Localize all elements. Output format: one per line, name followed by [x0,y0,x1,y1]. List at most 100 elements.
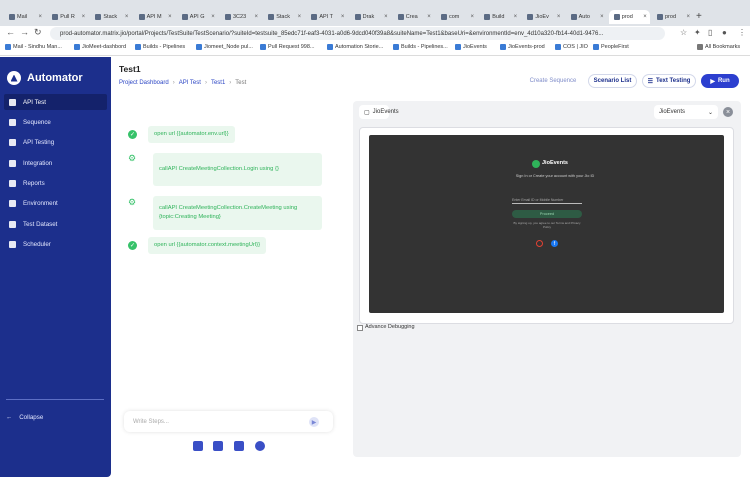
tab-close-icon[interactable]: × [686,14,690,20]
browser-tab[interactable]: Crea × [393,10,434,24]
send-icon[interactable]: ▶ [309,417,319,427]
breadcrumb-test1[interactable]: Test1 [211,80,225,86]
preview-tab[interactable]: ▢ JioEvents [359,105,399,119]
step-item[interactable]: open url {{automator.context.meetingUrl}… [148,237,267,254]
sidebar-item-api-test[interactable]: API Test [4,94,107,110]
browser-tab[interactable]: API M × [134,10,175,24]
tab-close-icon[interactable]: × [168,14,172,20]
environment-select[interactable]: JioEvents ⌄ [654,105,718,119]
tab-close-icon[interactable]: × [38,14,42,20]
tab-close-icon[interactable]: × [557,14,561,20]
sidebar-item-scheduler[interactable]: Scheduler [4,236,107,252]
forward-icon[interactable]: → [20,27,29,37]
browser-tab[interactable]: Auto × [566,10,607,24]
browser-tab[interactable]: Stack × [90,10,131,24]
tab-close-icon[interactable]: × [298,14,302,20]
browser-tab[interactable]: Stack × [263,10,304,24]
tab-close-icon[interactable]: × [600,14,604,20]
video-icon [9,98,16,106]
create-sequence-button[interactable]: Create Sequence [522,74,584,88]
bookmark-favicon-icon [74,44,80,50]
run-button[interactable]: ▶ Run [701,74,739,88]
step-item[interactable]: open url {{automator.env.url}} [148,126,235,143]
bookmark-item[interactable]: JioEvents [455,44,487,50]
step-item[interactable]: callAPI CreateMeetingCollection.CreateMe… [153,196,322,230]
step-gear-icon: ⚙ [128,197,137,207]
browser-tab[interactable]: Mail × [4,10,45,24]
cloud-icon[interactable] [255,441,265,451]
bookmark-item[interactable]: Jiomeet_Node pul... [196,44,253,50]
tab-close-icon[interactable]: × [341,14,345,20]
reload-icon[interactable]: ↻ [34,27,42,38]
sidebar-item-test-dataset[interactable]: Test Dataset [4,216,107,232]
tab-favicon-icon [311,14,318,20]
tab-close-icon[interactable]: × [470,14,474,20]
sidebar-divider [6,399,104,400]
browser-tab[interactable]: JioEv × [522,10,563,24]
arrow-left-icon: ← [6,414,13,421]
facebook-icon[interactable]: f [551,240,558,247]
google-icon[interactable] [536,240,543,247]
star-icon[interactable]: ☆ [680,28,687,37]
close-icon[interactable]: × [723,107,733,117]
sidebar-item-api-testing[interactable]: API Testing [4,134,107,150]
extensions-icon[interactable]: ✦ [694,28,701,37]
browser-tab[interactable]: prod × [652,10,693,24]
sidebar-item-label: Scheduler [23,240,51,248]
collapse-button[interactable]: ← Collapse [6,414,43,421]
back-icon[interactable]: ← [6,27,15,37]
mail-icon[interactable] [193,441,203,451]
tab-label: Stack [103,14,118,20]
breadcrumb-api-test[interactable]: API Test [179,80,201,86]
bookmark-item[interactable]: Pull Request 998... [260,44,314,50]
tab-close-icon[interactable]: × [514,14,518,20]
profile-icon[interactable]: ● [722,28,727,37]
bookmark-item[interactable]: Builds - Pipelines [135,44,185,50]
bookmark-item[interactable]: JioEvents-prod [500,44,545,50]
bookmark-item[interactable]: COS | JIO [555,44,588,50]
browser-tab[interactable]: Build × [479,10,520,24]
sidebar-item-integration[interactable]: Integration [4,155,107,171]
bookmark-item[interactable]: Mail - Sindhu Man... [5,44,62,50]
text-testing-button[interactable]: ☰ Text Testing [642,74,696,88]
sidebar-item-environment[interactable]: Environment [4,195,107,211]
url-bar[interactable]: prod-automator.matrix.jio/portal/Project… [50,27,665,40]
sidebar-item-reports[interactable]: Reports [4,175,107,191]
tab-close-icon[interactable]: × [211,14,215,20]
browser-tab[interactable]: prod × [608,10,650,24]
menu-icon[interactable]: ⋮ [738,28,746,37]
advance-debugging-checkbox[interactable] [357,325,363,331]
write-steps-input[interactable]: Write Steps... [124,411,333,432]
tab-label: API T [319,14,334,20]
tab-close-icon[interactable]: × [643,14,647,20]
bookmark-item[interactable]: JioMeet-dashbord [74,44,126,50]
document-icon[interactable] [234,441,244,451]
tab-favicon-icon [225,14,231,20]
tab-close-icon[interactable]: × [384,14,388,20]
sidepanel-icon[interactable]: ▯ [708,28,712,37]
new-tab-button[interactable]: + [696,11,702,22]
jio-icon[interactable] [213,441,223,451]
browser-tab[interactable]: Drak × [350,10,391,24]
tab-close-icon[interactable]: × [125,14,129,20]
browser-tab[interactable]: Pull R × [47,10,88,24]
step-item[interactable]: callAPI CreateMeetingCollection.Login us… [153,153,322,186]
bookmark-label: Jiomeet_Node pul... [204,44,253,50]
browser-tab[interactable]: com × [436,10,477,24]
browser-tab[interactable]: API T × [306,10,347,24]
scenario-list-button[interactable]: Scenario List [588,74,637,88]
bookmark-item[interactable]: Automation Storie... [327,44,383,50]
sidebar-item-sequence[interactable]: Sequence [4,114,107,130]
bookmark-item[interactable]: Builds - Pipelines... [393,44,448,50]
browser-tab[interactable]: 3C23 × [220,10,261,24]
breadcrumb-project-dashboard[interactable]: Project Dashboard [119,80,169,86]
bookmark-item[interactable]: PeopleFirst [593,44,629,50]
tab-close-icon[interactable]: × [82,14,86,20]
tab-close-icon[interactable]: × [254,14,258,20]
bookmark-label: JioEvents [463,44,487,50]
all-bookmarks[interactable]: All Bookmarks [697,44,740,50]
tab-close-icon[interactable]: × [427,14,431,20]
jioevents-login-input[interactable]: Enter Email ID or Mobile Number [512,198,582,204]
browser-tab[interactable]: API G × [177,10,218,24]
jioevents-proceed-button[interactable]: Proceed [512,210,582,218]
